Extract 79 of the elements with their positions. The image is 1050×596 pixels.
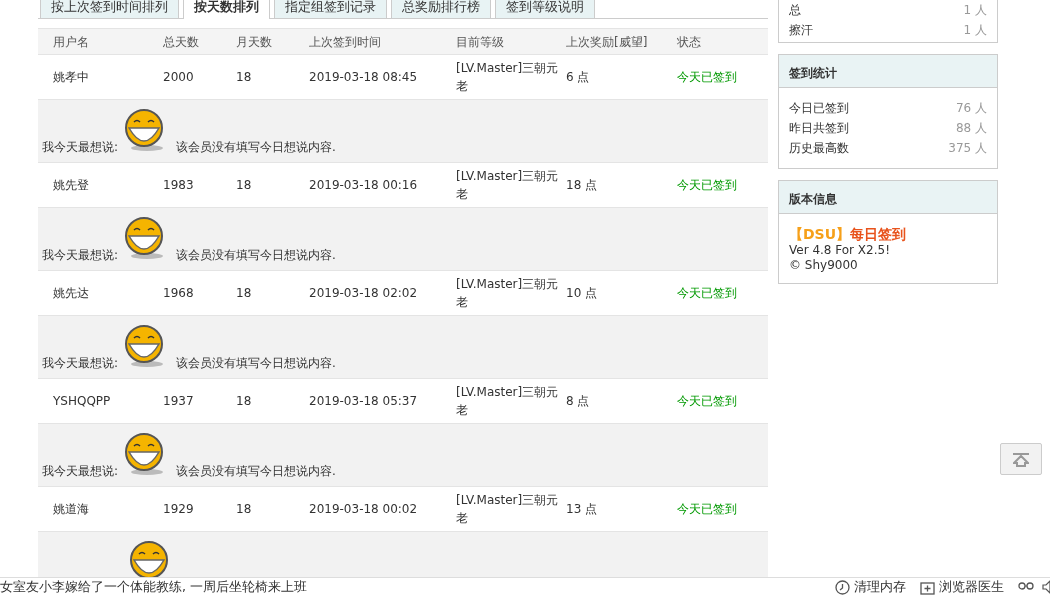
table-cell-text: 2019-03-18 08:45 [309, 69, 419, 86]
back-to-top-icon [1013, 452, 1029, 467]
back-to-top-button[interactable] [1000, 443, 1042, 475]
message-label: 我今天最想说: [42, 139, 119, 156]
table-cell-text: 8 点 [566, 393, 591, 410]
table-cell-text: 18 点 [566, 177, 599, 194]
card-header: 版本信息 [779, 181, 997, 214]
table-cell-text: 18 [236, 285, 253, 302]
message-text: 该会员没有填写今日想说内容. [176, 139, 336, 156]
table-cell-text: 2019-03-18 02:02 [309, 285, 419, 302]
card-header: 签到统计 [779, 55, 997, 88]
table-cell-text: [LV.Master]三朝元老 [456, 60, 560, 95]
clock-icon [835, 579, 850, 595]
tab[interactable]: 按上次签到时间排列 [40, 0, 179, 18]
stat-value: 1 人 [963, 22, 987, 39]
table-cell-text: 18 [236, 69, 253, 86]
column-header: 目前等级 [456, 33, 505, 51]
table-cell-text: 1937 [163, 393, 195, 410]
table-cell-text: [LV.Master]三朝元老 [456, 492, 560, 527]
user-link[interactable]: 姚道海 [53, 500, 163, 518]
column-header: 总天数 [163, 33, 200, 51]
tab[interactable]: 总奖励排行榜 [391, 0, 491, 18]
tab[interactable]: 指定组签到记录 [274, 0, 387, 18]
status-bar-button[interactable]: 浏览器医生 [920, 577, 1004, 596]
column-header: 上次签到时间 [309, 33, 382, 51]
stat-label: 擦汗 [789, 22, 813, 39]
message-label: 我今天最想说: [42, 355, 119, 372]
stat-label: 昨日共签到 [789, 120, 849, 137]
user-link[interactable]: YSHQQPP [53, 392, 163, 410]
message-label: 我今天最想说: [42, 463, 119, 480]
table-cell-text: [LV.Master]三朝元老 [456, 276, 560, 311]
brand-text: 【DSU】 [789, 226, 851, 242]
user-link[interactable]: 姚先登 [53, 176, 163, 194]
table-cell-text: 18 [236, 177, 253, 194]
stat-value: 375 人 [948, 140, 987, 157]
user-link[interactable]: 姚先达 [53, 284, 163, 302]
message-text: 该会员没有填写今日想说内容. [176, 355, 336, 372]
table-cell-text: 2019-03-18 00:02 [309, 501, 419, 518]
message-text: 该会员没有填写今日想说内容. [176, 247, 336, 264]
tab[interactable]: 签到等级说明 [495, 0, 595, 18]
status-text: 今天已签到 [677, 177, 738, 194]
table-cell-text: 2019-03-18 00:16 [309, 177, 419, 194]
stat-label: 总 [789, 2, 801, 19]
stat-label: 历史最高数 [789, 140, 849, 157]
stat-label: 今日已签到 [789, 100, 849, 117]
table-cell-text: 18 [236, 501, 253, 518]
status-bar-button[interactable]: 清理内存 [835, 577, 906, 596]
stat-value: 88 人 [955, 120, 987, 137]
version-text: Ver 4.8 For X2.5! [789, 243, 891, 258]
table-cell-text: 10 点 [566, 285, 599, 302]
table-cell-text: 2000 [163, 69, 195, 86]
status-text: 今天已签到 [677, 69, 738, 86]
status-text: 今天已签到 [677, 285, 738, 302]
table-cell-text: 1968 [163, 285, 195, 302]
status-text: 今天已签到 [677, 393, 738, 410]
table-cell-text: [LV.Master]三朝元老 [456, 384, 560, 419]
message-text: 该会员没有填写今日想说内容. [176, 463, 336, 480]
table-cell-text: 6 点 [566, 69, 591, 86]
user-link[interactable]: 姚孝中 [53, 68, 163, 86]
table-cell-text: 1983 [163, 177, 195, 194]
table-cell-text: 1929 [163, 501, 195, 518]
table-cell-text: 2019-03-18 05:37 [309, 393, 419, 410]
table-cell-text: 13 点 [566, 501, 599, 518]
message-label: 我今天最想说: [42, 247, 119, 264]
glasses-icon[interactable] [1018, 580, 1034, 592]
stat-value: 1 人 [963, 2, 987, 19]
table-cell-text: 18 [236, 393, 253, 410]
tab[interactable]: 按天数排列 [183, 0, 270, 19]
copyright-text: © Shy9000 [789, 258, 859, 273]
column-header: 上次奖励[威望] [566, 33, 649, 51]
news-link[interactable]: 女室友小李嫁给了一个体能教练, 一周后坐轮椅来上班 [0, 577, 835, 596]
plugin-name: 每日签到 [850, 226, 907, 242]
column-header: 月天数 [236, 33, 273, 51]
plus-box-icon [920, 579, 935, 595]
column-header: 用户名 [53, 33, 90, 51]
column-header: 状态 [677, 33, 702, 51]
stat-value: 76 人 [955, 100, 987, 117]
status-text: 今天已签到 [677, 501, 738, 518]
table-cell-text: [LV.Master]三朝元老 [456, 168, 560, 203]
